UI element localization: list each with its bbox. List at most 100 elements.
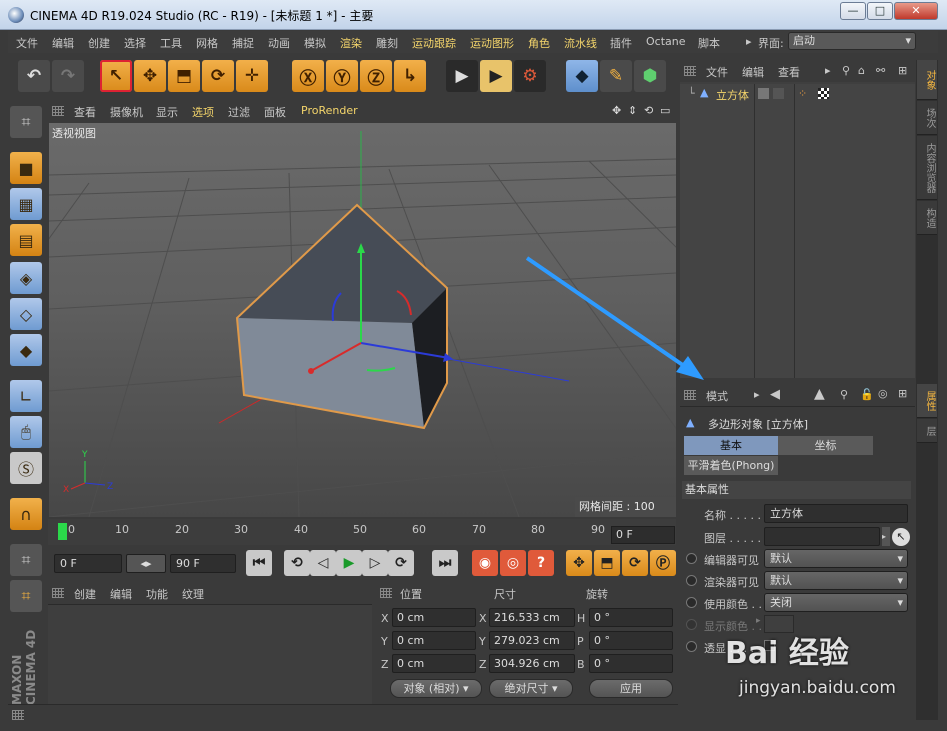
toggle-view-icon[interactable]: ▭	[660, 104, 670, 117]
menu-mograph[interactable]: 运动图形	[470, 35, 514, 51]
rotate-tool-button[interactable]: ⟳	[202, 60, 234, 92]
key-rotation-button[interactable]: ⟳	[622, 550, 648, 576]
editor-visible-select[interactable]: 默认 ▾	[764, 549, 908, 568]
magnet-tool-button[interactable]: ∩	[10, 498, 42, 530]
vp-menu-view[interactable]: 查看	[74, 104, 96, 120]
use-color-select[interactable]: 关闭 ▾	[764, 593, 908, 612]
tab-content-browser[interactable]: 内容浏览器	[917, 136, 937, 200]
next-key-button[interactable]: ⟳	[388, 550, 414, 576]
end-frame-field[interactable]: 90 F	[170, 554, 236, 573]
move-tool-button[interactable]: ✥	[134, 60, 166, 92]
size-mode-select[interactable]: 绝对尺寸 ▾	[489, 679, 573, 698]
size-z-field[interactable]: 304.926 cm	[489, 654, 575, 673]
render-visible-select[interactable]: 默认 ▾	[764, 571, 908, 590]
size-x-field[interactable]: 216.533 cm	[489, 608, 575, 627]
vp-menu-options[interactable]: 选项	[192, 104, 214, 120]
rotation-b-field[interactable]: 0 °	[589, 654, 673, 673]
scale-tool-button[interactable]: ⬒	[168, 60, 200, 92]
object-name[interactable]: 立方体	[716, 87, 749, 103]
menu-mesh[interactable]: 网格	[196, 35, 218, 51]
render-visible-radio[interactable]	[686, 575, 697, 586]
menu-character[interactable]: 角色	[528, 35, 550, 51]
object-list[interactable]: └ ▲ 立方体 ⁘	[680, 84, 915, 378]
vp-menu-cameras[interactable]: 摄像机	[110, 104, 143, 120]
lock-icon[interactable]: 🔓	[860, 388, 874, 401]
mat-menu-edit[interactable]: 编辑	[110, 586, 132, 602]
vp-menu-display[interactable]: 显示	[156, 104, 178, 120]
key-scale-button[interactable]: ⬒	[594, 550, 620, 576]
apply-button[interactable]: 应用	[589, 679, 673, 698]
undo-button[interactable]: ↶	[18, 60, 50, 92]
display-color-radio[interactable]	[686, 619, 697, 630]
use-color-radio[interactable]	[686, 597, 697, 608]
drag-handle-icon[interactable]	[12, 710, 24, 720]
tab-takes[interactable]: 场次	[917, 101, 937, 135]
timeline-ruler[interactable]: 0 10 20 30 40 50 60 70 80 90	[48, 519, 676, 545]
phong-tag-icon[interactable]: ⁘	[798, 87, 807, 100]
points-mode-button[interactable]: ◈	[10, 262, 42, 294]
tab-basic[interactable]: 基本	[684, 436, 778, 455]
pick-cursor-icon[interactable]: ↖	[892, 528, 910, 546]
start-frame-field[interactable]: 0 F	[54, 554, 122, 573]
menu-snap[interactable]: 捕捉	[232, 35, 254, 51]
uvw-tag-icon[interactable]	[818, 88, 829, 99]
drag-handle-icon[interactable]	[52, 588, 64, 598]
frame-scroll-arrows[interactable]: ◂▸	[126, 554, 166, 573]
goto-start-button[interactable]: ⏮	[246, 550, 272, 576]
target-icon[interactable]: ◎	[878, 387, 888, 400]
tweak-mode-button[interactable]: 🖱	[10, 416, 42, 448]
search-icon[interactable]: ⚲	[840, 388, 848, 401]
redo-button[interactable]: ↷	[52, 60, 84, 92]
tab-structure[interactable]: 构造	[917, 201, 937, 235]
keyframe-selection-button[interactable]: ?	[528, 550, 554, 576]
rotate-view-icon[interactable]: ⟲	[644, 104, 653, 117]
texture-mode-button[interactable]: ▦	[10, 188, 42, 220]
drag-handle-icon[interactable]	[52, 106, 64, 116]
transform-tool-button[interactable]: ✛	[236, 60, 268, 92]
menu-tools[interactable]: 工具	[160, 35, 182, 51]
rotation-p-field[interactable]: 0 °	[589, 631, 673, 650]
new-panel-icon[interactable]: ⊞	[898, 64, 907, 77]
previous-frame-button[interactable]: ◁	[310, 550, 336, 576]
lock-workplane-button[interactable]: ⌗	[10, 544, 42, 576]
menu-simulate[interactable]: 模拟	[304, 35, 326, 51]
tab-coordinates[interactable]: 坐标	[778, 436, 873, 455]
menu-sculpt[interactable]: 雕刻	[376, 35, 398, 51]
menu-render[interactable]: 渲染	[340, 35, 362, 51]
zoom-view-icon[interactable]: ⇕	[628, 104, 637, 117]
link-icon[interactable]: ⚯	[876, 64, 885, 77]
vp-menu-prorender[interactable]: ProRender	[301, 104, 358, 117]
list-item[interactable]: └ ▲ 立方体 ⁘	[680, 84, 915, 104]
enable-axis-button[interactable]: ∟	[10, 380, 42, 412]
mat-menu-texture[interactable]: 纹理	[182, 586, 204, 602]
edges-mode-button[interactable]: ◇	[10, 298, 42, 330]
perspective-viewport[interactable]: Y X Z 透视视图 网格间距 : 100 cm	[49, 123, 676, 517]
layer-arrow-icon[interactable]: ▸	[882, 527, 890, 546]
auto-key-button[interactable]: ◎	[500, 550, 526, 576]
layer-field[interactable]	[764, 527, 880, 546]
menu-create[interactable]: 创建	[88, 35, 110, 51]
coordinate-system-button[interactable]: ↳	[394, 60, 426, 92]
xray-radio[interactable]	[686, 641, 697, 652]
vp-menu-panel[interactable]: 面板	[264, 104, 286, 120]
expand-arrow-icon[interactable]: ▸	[756, 616, 761, 626]
drag-handle-icon[interactable]	[684, 390, 696, 400]
more-arrow-icon[interactable]: ▸	[746, 35, 752, 48]
render-to-picture-viewer-button[interactable]: ▶	[480, 60, 512, 92]
position-z-field[interactable]: 0 cm	[392, 654, 476, 673]
z-axis-button[interactable]: Ⓩ	[360, 60, 392, 92]
search-icon[interactable]: ⚲	[842, 64, 850, 77]
back-arrow-icon[interactable]: ◀	[770, 387, 780, 402]
more-arrow-icon[interactable]: ▸	[825, 64, 831, 77]
om-menu-edit[interactable]: 编辑	[742, 64, 764, 80]
tab-phong[interactable]: 平滑着色(Phong)	[684, 456, 778, 475]
menu-octane[interactable]: Octane	[646, 35, 686, 48]
menu-motion-tracking[interactable]: 运动跟踪	[412, 35, 456, 51]
snap-button[interactable]: Ⓢ	[10, 452, 42, 484]
name-field[interactable]: 立方体	[764, 504, 908, 523]
workplane-mode-button[interactable]: ▤	[10, 224, 42, 256]
y-axis-button[interactable]: Ⓨ	[326, 60, 358, 92]
size-y-field[interactable]: 279.023 cm	[489, 631, 575, 650]
render-settings-button[interactable]: ⚙	[514, 60, 546, 92]
section-basic-properties[interactable]: 基本属性	[682, 481, 911, 499]
